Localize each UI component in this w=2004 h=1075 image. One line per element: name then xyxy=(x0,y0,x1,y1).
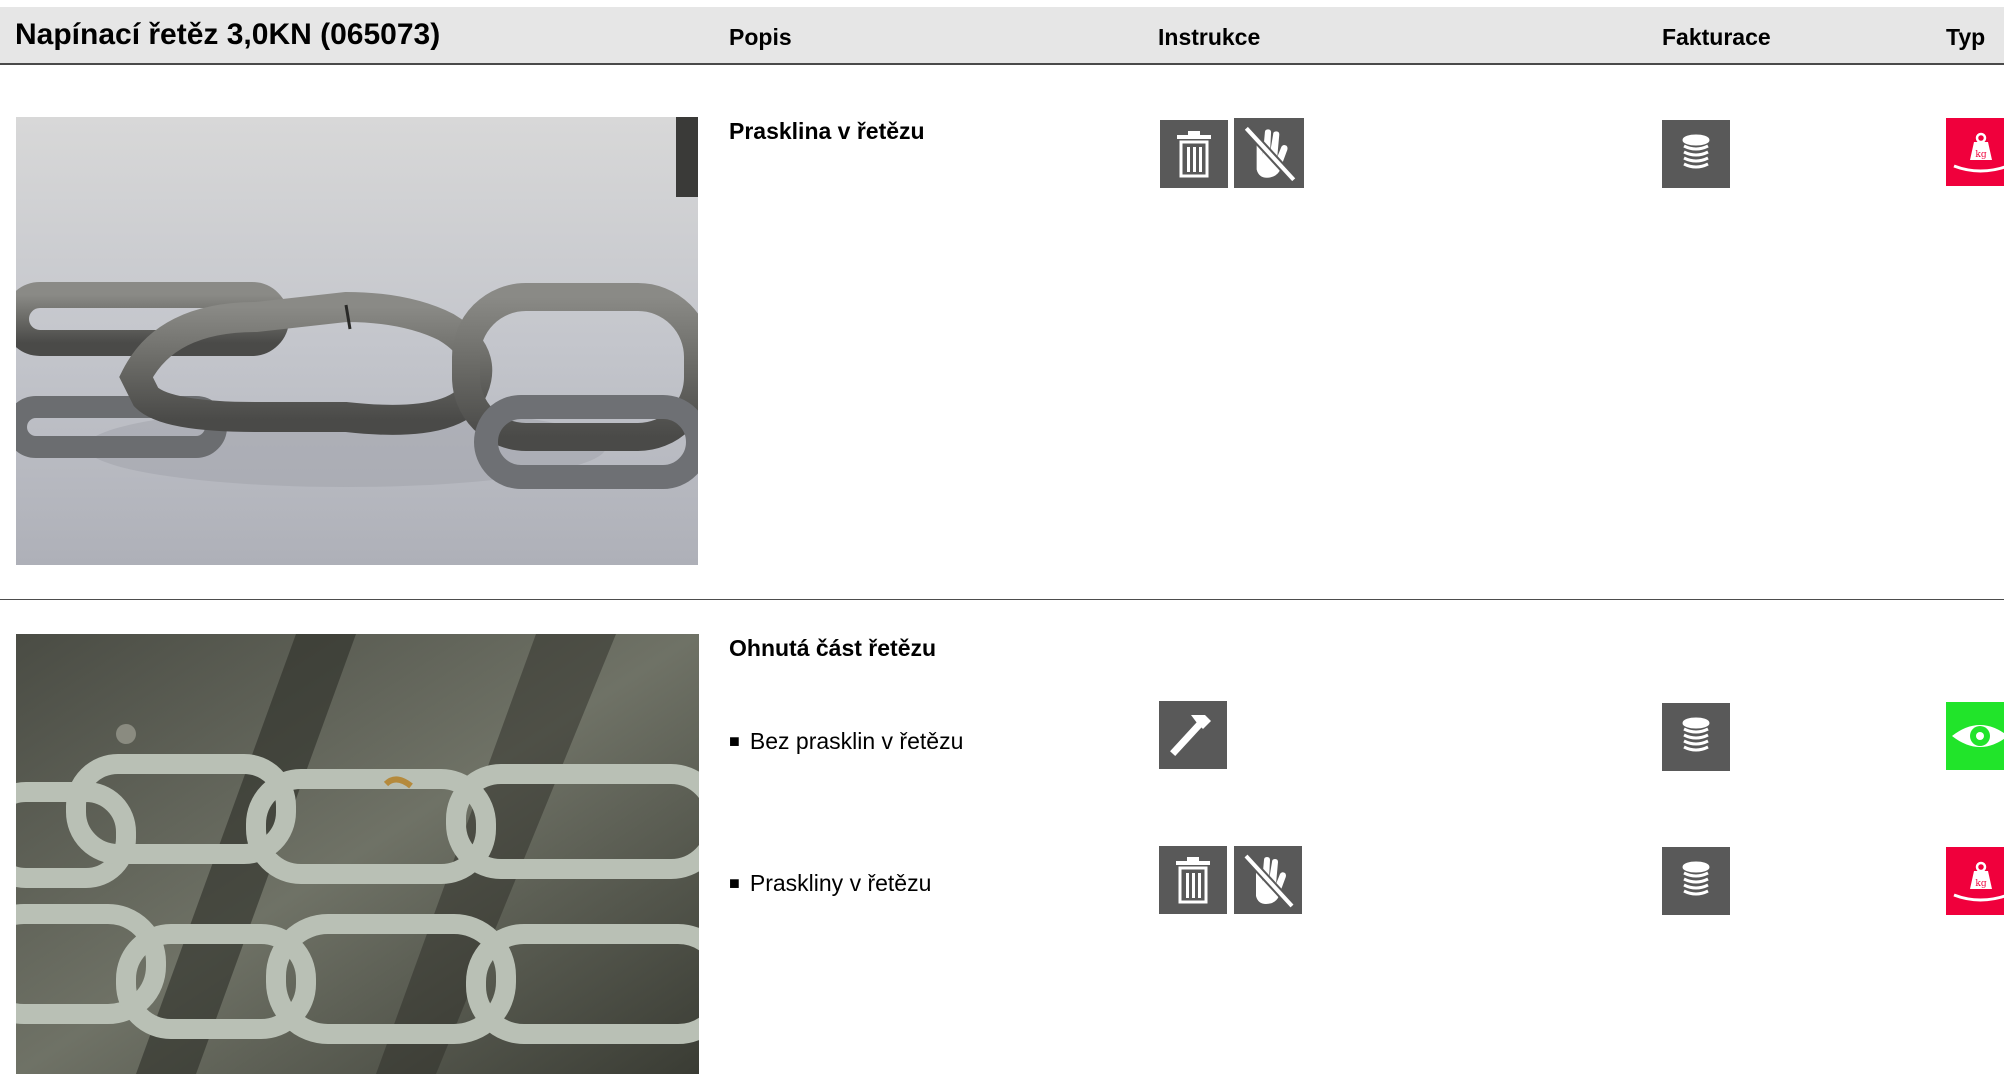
list-item: ■ Praskliny v řetězu xyxy=(729,870,931,898)
list-item-label: Praskliny v řetězu xyxy=(749,870,932,896)
hammer-icon[interactable] xyxy=(1159,701,1227,769)
bent-chain-photo xyxy=(16,634,699,1074)
trash-icon[interactable] xyxy=(1159,846,1227,914)
column-header-typ: Typ xyxy=(1946,24,1986,50)
svg-text:kg: kg xyxy=(1975,879,1986,889)
list-item-label: Bez prasklin v řetězu xyxy=(749,728,964,754)
coins-icon[interactable] xyxy=(1662,703,1730,771)
cracked-chain-photo xyxy=(16,117,698,565)
no-touch-icon[interactable] xyxy=(1234,846,1302,914)
svg-text:kg: kg xyxy=(1975,150,1986,160)
trash-icon[interactable] xyxy=(1160,120,1228,188)
list-item: ■ Bez prasklin v řetězu xyxy=(729,728,963,756)
section-divider xyxy=(0,599,2004,600)
defect-title: Prasklina v řetězu xyxy=(729,118,925,144)
column-header-instrukce: Instrukce xyxy=(1158,24,1261,50)
bullet-marker: ■ xyxy=(729,731,740,751)
weight-icon[interactable]: kg xyxy=(1946,118,2004,186)
no-touch-icon[interactable] xyxy=(1234,118,1304,188)
column-header-fakturace: Fakturace xyxy=(1662,24,1771,50)
column-header-popis: Popis xyxy=(729,24,792,50)
weight-icon[interactable]: kg xyxy=(1946,847,2004,915)
table-header: Napínací řetěz 3,0KN (065073) Popis Inst… xyxy=(0,7,2004,65)
defect-title: Ohnutá část řetězu xyxy=(729,635,937,661)
eye-icon[interactable] xyxy=(1946,702,2004,770)
coins-icon[interactable] xyxy=(1662,120,1730,188)
bullet-marker: ■ xyxy=(729,873,740,893)
coins-icon[interactable] xyxy=(1662,847,1730,915)
page-title: Napínací řetěz 3,0KN (065073) xyxy=(15,18,441,51)
